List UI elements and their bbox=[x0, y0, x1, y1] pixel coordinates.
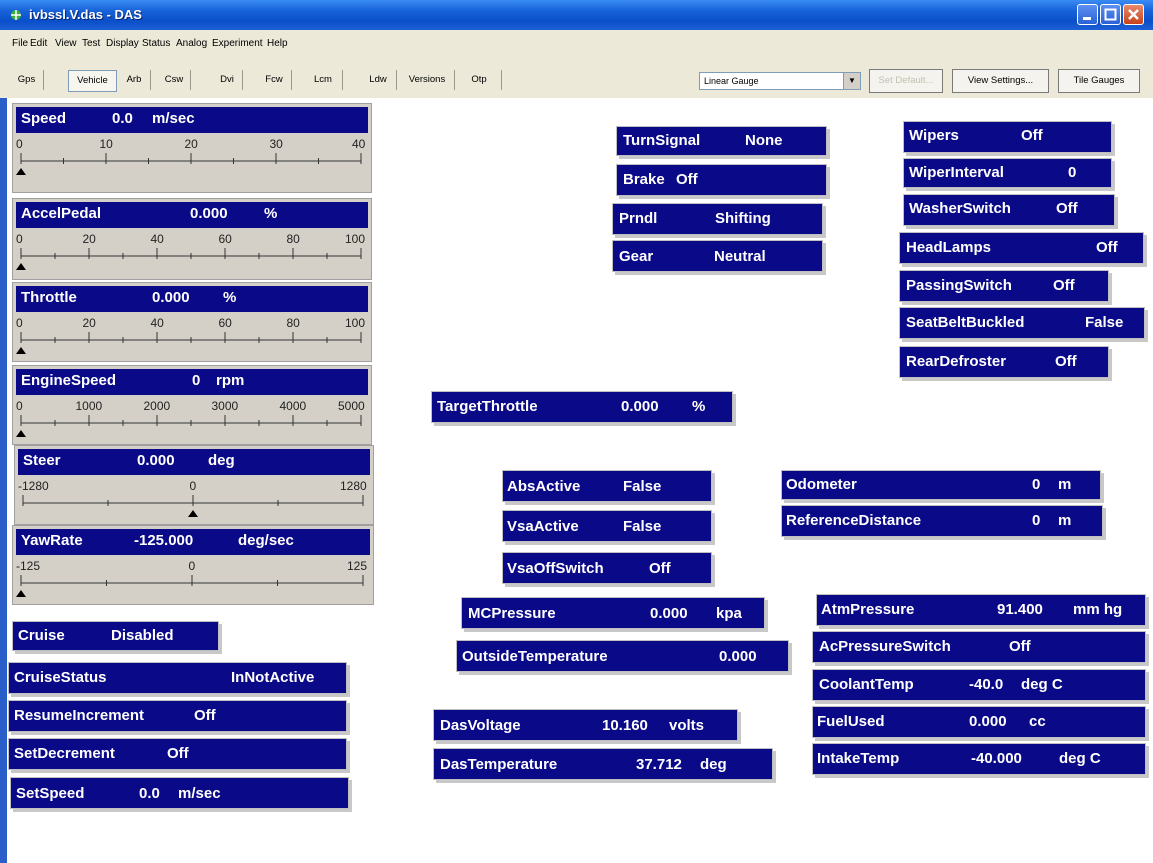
close-icon bbox=[1128, 9, 1139, 20]
gauge-throttle: Throttle 0.000 % 0 20 40 60 80 100 bbox=[12, 282, 372, 362]
tab-otp[interactable]: Otp bbox=[457, 70, 502, 90]
gauge-type-value: Linear Gauge bbox=[704, 76, 759, 86]
tab-gps[interactable]: Gps bbox=[10, 70, 44, 90]
gauge-steer: Steer 0.000 deg -1280 0 1280 bbox=[14, 445, 374, 525]
gauge-accel-pedal: AccelPedal 0.000 % 0 20 40 60 80 100 bbox=[12, 198, 372, 280]
menu-experiment[interactable]: Experiment bbox=[212, 38, 263, 49]
field-vsa-off-switch: VsaOffSwitch Off bbox=[502, 552, 712, 584]
close-button[interactable] bbox=[1123, 4, 1144, 25]
tab-dvi[interactable]: Dvi bbox=[212, 70, 243, 90]
field-mc-pressure: MCPressure 0.000 kpa bbox=[461, 597, 765, 629]
gauge-scale bbox=[16, 575, 364, 597]
minimize-icon bbox=[1083, 17, 1091, 20]
tile-gauges-button[interactable]: Tile Gauges bbox=[1058, 69, 1140, 93]
menu-file[interactable]: File bbox=[12, 38, 28, 49]
tab-lcm[interactable]: Lcm bbox=[304, 70, 343, 90]
field-prndl: Prndl Shifting bbox=[612, 203, 823, 235]
field-abs-active: AbsActive False bbox=[502, 470, 712, 502]
menu-view[interactable]: View bbox=[55, 38, 77, 49]
field-outside-temperature: OutsideTemperature 0.000 bbox=[456, 640, 789, 672]
gauge-scale bbox=[16, 248, 362, 270]
field-cruise: Cruise Disabled bbox=[12, 621, 219, 651]
gauge-scale bbox=[16, 415, 362, 437]
gauge-pointer-icon bbox=[188, 510, 198, 517]
field-fuel-used: FuelUsed 0.000 cc bbox=[812, 706, 1146, 738]
field-cruise-status: CruiseStatus InNotActive bbox=[8, 662, 347, 694]
field-target-throttle: TargetThrottle 0.000 % bbox=[431, 391, 733, 423]
gauge-pointer-icon bbox=[16, 347, 26, 354]
window-left-border bbox=[0, 98, 7, 863]
field-set-decrement: SetDecrement Off bbox=[8, 738, 347, 770]
field-reference-distance: ReferenceDistance 0 m bbox=[781, 505, 1103, 537]
field-odometer: Odometer 0 m bbox=[781, 470, 1101, 500]
field-turn-signal: TurnSignal None bbox=[616, 126, 827, 156]
gauge-pointer-icon bbox=[16, 168, 26, 175]
menu-bar: File Edit View Test Display Status Analo… bbox=[0, 30, 1153, 62]
menu-edit[interactable]: Edit bbox=[30, 38, 47, 49]
gauge-pointer-icon bbox=[16, 263, 26, 270]
field-intake-temp: IntakeTemp -40.000 deg C bbox=[812, 743, 1146, 775]
gauge-scale bbox=[16, 153, 362, 175]
field-resume-increment: ResumeIncrement Off bbox=[8, 700, 347, 732]
menu-display[interactable]: Display bbox=[106, 38, 139, 49]
maximize-icon bbox=[1104, 8, 1117, 21]
menu-help[interactable]: Help bbox=[267, 38, 288, 49]
tab-csw[interactable]: Csw bbox=[158, 70, 191, 90]
tab-versions[interactable]: Versions bbox=[400, 70, 455, 90]
field-das-voltage: DasVoltage 10.160 volts bbox=[433, 709, 738, 741]
chevron-down-icon[interactable]: ▼ bbox=[843, 73, 860, 89]
field-wiper-interval: WiperInterval 0 bbox=[903, 158, 1112, 188]
tab-ldw[interactable]: Ldw bbox=[360, 70, 397, 90]
field-atm-pressure: AtmPressure 91.400 mm hg bbox=[816, 594, 1146, 626]
field-brake: Brake Off bbox=[616, 164, 827, 196]
minimize-button[interactable] bbox=[1077, 4, 1098, 25]
field-washer-switch: WasherSwitch Off bbox=[903, 194, 1115, 226]
tab-arb[interactable]: Arb bbox=[118, 70, 151, 90]
field-rear-defroster: RearDefroster Off bbox=[899, 346, 1109, 378]
window-title: ivbssl.V.das - DAS bbox=[29, 7, 142, 22]
tab-fcw[interactable]: Fcw bbox=[257, 70, 292, 90]
gauge-scale bbox=[16, 332, 362, 354]
field-ac-pressure-switch: AcPressureSwitch Off bbox=[812, 631, 1146, 663]
set-default-button[interactable]: Set Default... bbox=[869, 69, 943, 93]
maximize-button[interactable] bbox=[1100, 4, 1121, 25]
title-bar[interactable]: ivbssl.V.das - DAS bbox=[0, 0, 1153, 30]
gauge-pointer-icon bbox=[16, 590, 26, 597]
field-passing-switch: PassingSwitch Off bbox=[899, 270, 1109, 302]
field-coolant-temp: CoolantTemp -40.0 deg C bbox=[812, 669, 1146, 701]
field-seat-belt-buckled: SeatBeltBuckled False bbox=[899, 307, 1145, 339]
field-gear: Gear Neutral bbox=[612, 240, 823, 272]
view-settings-button[interactable]: View Settings... bbox=[952, 69, 1049, 93]
gauge-speed: Speed 0.0 m/sec 0 10 20 30 40 bbox=[12, 103, 372, 193]
gauge-type-select[interactable]: Linear Gauge ▼ bbox=[699, 72, 861, 90]
field-head-lamps: HeadLamps Off bbox=[899, 232, 1144, 264]
gauge-pointer-icon bbox=[16, 430, 26, 437]
gauge-scale bbox=[22, 495, 364, 517]
tab-vehicle[interactable]: Vehicle bbox=[68, 70, 117, 92]
menu-status[interactable]: Status bbox=[142, 38, 170, 49]
field-set-speed: SetSpeed 0.0 m/sec bbox=[10, 777, 349, 809]
menu-analog[interactable]: Analog bbox=[176, 38, 207, 49]
gauge-engine-speed: EngineSpeed 0 rpm 0 1000 2000 3000 4000 5000 bbox=[12, 365, 372, 445]
menu-test[interactable]: Test bbox=[82, 38, 100, 49]
field-vsa-active: VsaActive False bbox=[502, 510, 712, 542]
field-das-temperature: DasTemperature 37.712 deg bbox=[433, 748, 773, 780]
field-wipers: Wipers Off bbox=[903, 121, 1112, 153]
app-icon bbox=[11, 10, 21, 20]
gauge-yaw-rate: YawRate -125.000 deg/sec -125 0 125 bbox=[12, 525, 374, 605]
